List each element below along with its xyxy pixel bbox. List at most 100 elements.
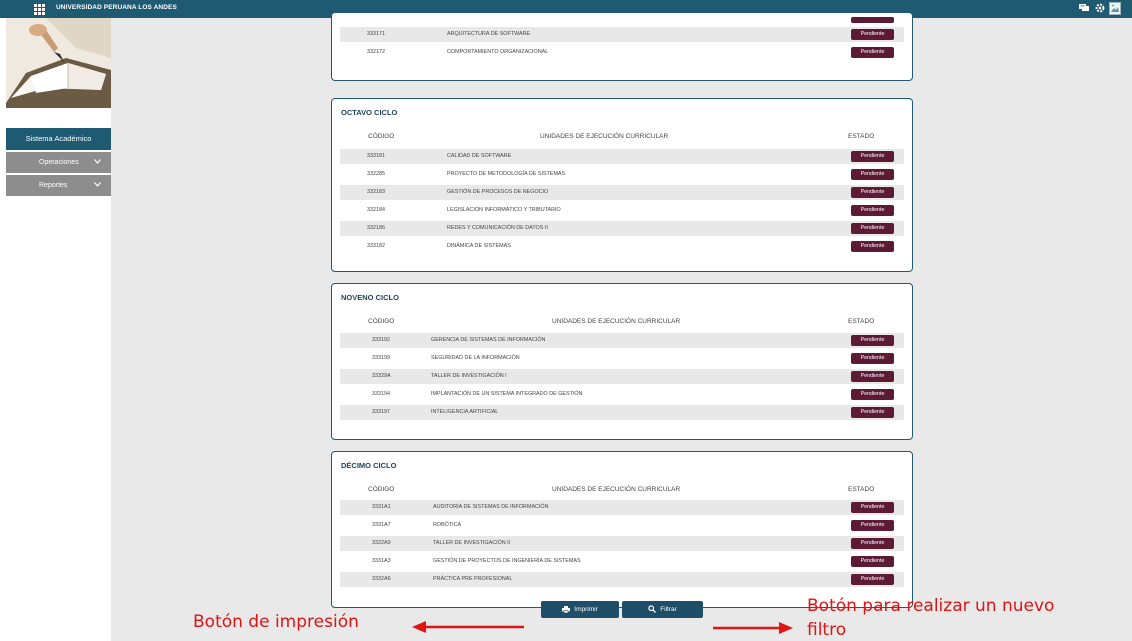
course-name: AUDITORÍA DE SISTEMAS DE INFORMACIÓN: [433, 504, 549, 510]
chevron-down-icon: [94, 175, 101, 196]
table-row: 3332A6 PRÁCTICA PRE PROFESIONAL Pendient…: [340, 572, 904, 587]
course-code: 33329A: [372, 373, 391, 379]
cycle-title: DÉCIMO CICLO: [341, 461, 397, 470]
status-badge[interactable]: Pendiente: [851, 169, 894, 180]
status-badge[interactable]: Pendiente: [851, 47, 894, 58]
column-header-status: ESTADO: [848, 318, 875, 325]
course-name: CALIDAD DE SOFTWARE: [447, 153, 512, 159]
system-title[interactable]: Sistema Académico: [6, 128, 111, 150]
status-badge[interactable]: Pendiente: [851, 389, 894, 400]
course-code: 332184: [367, 207, 385, 213]
sidebar-item-operaciones[interactable]: Operaciones: [6, 152, 111, 173]
cycle-panel-noveno: NOVENO CICLO CÓDIGO UNIDADES DE EJECUCIÓ…: [331, 283, 913, 440]
sidebar-item-reportes[interactable]: Reportes: [6, 175, 111, 196]
filter-button-label: Filtrar: [660, 606, 677, 613]
table-row: 333192 GERENCIA DE SISTEMAS DE INFORMACI…: [340, 333, 904, 348]
table-row: 332285 PROYECTO DE METODOLOGÍA DE SISTEM…: [340, 167, 904, 182]
status-badge[interactable]: Pendiente: [851, 29, 894, 40]
filter-button[interactable]: Filtrar: [622, 601, 703, 618]
status-badge[interactable]: Pendiente: [851, 407, 894, 418]
arrow-left-icon: [412, 621, 524, 633]
course-code: 3322A9: [372, 540, 391, 546]
print-button-label: Imprimir: [574, 606, 598, 613]
table-row: 332172 COMPORTAMIENTO ORGANIZACIONAL Pen…: [340, 45, 904, 60]
status-badge[interactable]: Pendiente: [851, 574, 894, 585]
print-annotation: Botón de impresión: [193, 612, 359, 632]
cycle-title: NOVENO CICLO: [341, 293, 399, 302]
search-icon: [648, 605, 657, 614]
table-header: CÓDIGO UNIDADES DE EJECUCIÓN CURRICULAR …: [340, 133, 904, 145]
sidebar-item-label: Operaciones: [39, 159, 79, 166]
status-badge[interactable]: Pendiente: [851, 187, 894, 198]
printer-icon: [562, 605, 571, 613]
status-badge: [851, 17, 894, 23]
course-name: TALLER DE INVESTIGACIÓN II: [433, 540, 511, 546]
table-row: 3331A1 AUDITORÍA DE SISTEMAS DE INFORMAC…: [340, 500, 904, 515]
course-name: IMPLANTACIÓN DE UN SISTEMA INTEGRADO DE …: [431, 391, 583, 397]
arrow-right-icon: [713, 622, 793, 634]
cycle-panel-previous: 333171 ARQUITECTURA DE SOFTWARE Pendient…: [331, 12, 913, 81]
main-content: 333171 ARQUITECTURA DE SOFTWARE Pendient…: [111, 12, 1132, 641]
cycle-panel-octavo: OCTAVO CICLO CÓDIGO UNIDADES DE EJECUCIÓ…: [331, 98, 913, 272]
print-button[interactable]: Imprimir: [541, 601, 619, 618]
status-badge[interactable]: Pendiente: [851, 371, 894, 382]
table-row: 333171 ARQUITECTURA DE SOFTWARE Pendient…: [340, 27, 904, 42]
table-row: 3331A3 GESTIÓN DE PROYECTOS DE INGENIERÍ…: [340, 554, 904, 569]
column-header-code: CÓDIGO: [368, 133, 395, 140]
column-header-status: ESTADO: [848, 486, 875, 493]
sidebar-item-label: Reportes: [39, 182, 68, 189]
status-badge[interactable]: Pendiente: [851, 520, 894, 531]
status-badge[interactable]: Pendiente: [851, 241, 894, 252]
status-badge[interactable]: Pendiente: [851, 151, 894, 162]
course-code: 333194: [372, 391, 390, 397]
chat-icon[interactable]: [1078, 3, 1089, 14]
status-badge[interactable]: Pendiente: [851, 502, 894, 513]
table-row: 333182 DINÁMICA DE SISTEMAS Pendiente: [340, 239, 904, 254]
chevron-down-icon: [94, 152, 101, 173]
column-header-unit: UNIDADES DE EJECUCIÓN CURRICULAR: [552, 486, 681, 493]
gear-icon[interactable]: [1094, 3, 1105, 14]
course-code: 3331A7: [372, 522, 391, 528]
status-badge[interactable]: Pendiente: [851, 205, 894, 216]
table-row: 333197 INTELIGENCIA ARTIFICIAL Pendiente: [340, 405, 904, 420]
cycle-title: OCTAVO CICLO: [341, 108, 398, 117]
table-row: 332186 REDES Y COMUNICACIÓN DE DATOS II …: [340, 221, 904, 236]
status-badge[interactable]: Pendiente: [851, 335, 894, 346]
course-code: 332183: [367, 189, 385, 195]
apps-grid-icon[interactable]: [34, 4, 45, 15]
course-name: GESTIÓN DE PROYECTOS DE INGENIERÍA DE SI…: [433, 558, 581, 564]
table-row: 333199 SEGURIDAD DE LA INFORMACIÓN Pendi…: [340, 351, 904, 366]
course-name: PRÁCTICA PRE PROFESIONAL: [433, 576, 513, 582]
course-name: SEGURIDAD DE LA INFORMACIÓN: [431, 355, 520, 361]
course-code: 332172: [367, 49, 385, 55]
course-name: DINÁMICA DE SISTEMAS: [447, 243, 511, 249]
column-header-code: CÓDIGO: [368, 318, 395, 325]
course-name: GESTIÓN DE PROCESOS DE NEGOCIO: [447, 189, 549, 195]
course-code: 333199: [372, 355, 390, 361]
brand-title: UNIVERSIDAD PERUANA LOS ANDES: [56, 4, 177, 11]
course-name: INTELIGENCIA ARTIFICIAL: [431, 409, 499, 415]
course-code: 332285: [367, 171, 385, 177]
course-code: 333197: [372, 409, 390, 415]
course-code: 333192: [372, 337, 390, 343]
filter-annotation-line1: Botón para realizar un nuevo: [807, 596, 1055, 616]
table-header: CÓDIGO UNIDADES DE EJECUCIÓN CURRICULAR …: [340, 486, 904, 498]
course-code: 333182: [367, 243, 385, 249]
status-badge[interactable]: Pendiente: [851, 353, 894, 364]
course-name: REDES Y COMUNICACIÓN DE DATOS II: [447, 225, 548, 231]
status-badge[interactable]: Pendiente: [851, 223, 894, 234]
table-row: 333194 IMPLANTACIÓN DE UN SISTEMA INTEGR…: [340, 387, 904, 402]
course-name: COMPORTAMIENTO ORGANIZACIONAL: [447, 49, 549, 55]
course-name: ARQUITECTURA DE SOFTWARE: [447, 31, 531, 37]
course-name: LEGISLACIÓN INFORMÁTICO Y TRIBUTARIO: [447, 207, 561, 213]
table-header: CÓDIGO UNIDADES DE EJECUCIÓN CURRICULAR …: [340, 318, 904, 330]
cycle-panel-decimo: DÉCIMO CICLO CÓDIGO UNIDADES DE EJECUCIÓ…: [331, 451, 913, 608]
table-row: 33329A TALLER DE INVESTIGACIÓN I Pendien…: [340, 369, 904, 384]
column-header-unit: UNIDADES DE EJECUCIÓN CURRICULAR: [540, 133, 669, 140]
course-code: 3332A6: [372, 576, 391, 582]
table-row: 333181 CALIDAD DE SOFTWARE Pendiente: [340, 149, 904, 164]
status-badge[interactable]: Pendiente: [851, 538, 894, 549]
broken-image-icon[interactable]: [1109, 2, 1121, 15]
table-row: 3322A9 TALLER DE INVESTIGACIÓN II Pendie…: [340, 536, 904, 551]
status-badge[interactable]: Pendiente: [851, 556, 894, 567]
